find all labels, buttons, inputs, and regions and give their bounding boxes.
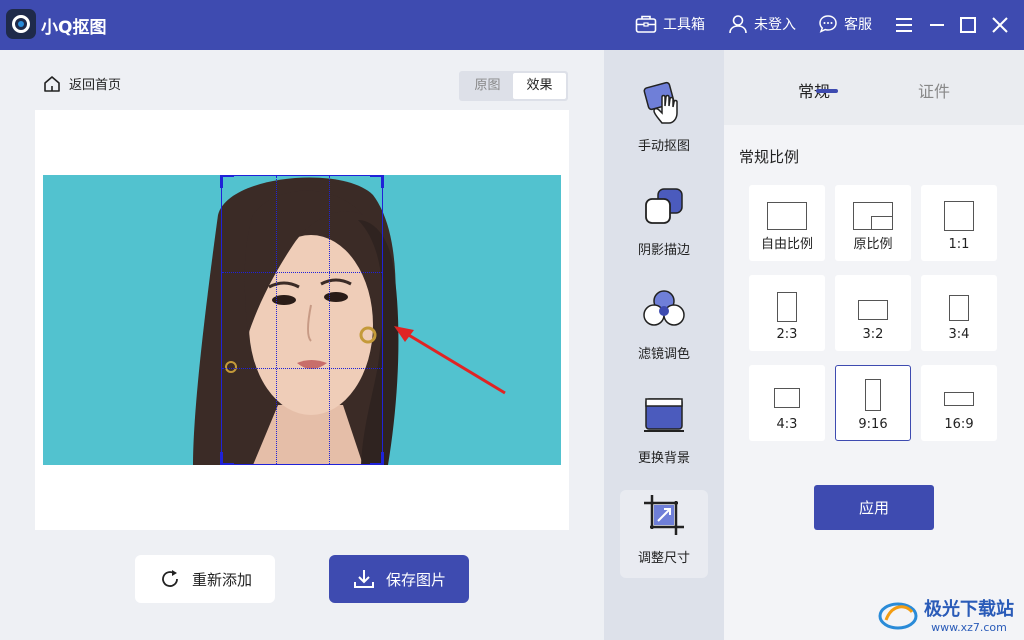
ratio-label: 16:9: [944, 417, 974, 432]
tool-change-background[interactable]: 更换背景: [620, 390, 708, 478]
ratio-label: 9:16: [858, 417, 888, 432]
ratio-label: 自由比例: [760, 237, 813, 252]
tool-label: 手动抠图: [637, 139, 690, 154]
ratio-2-3-icon: [777, 292, 797, 322]
watermark-url: www.xz7.com: [931, 621, 1007, 634]
tab-id-photo[interactable]: 证件: [918, 78, 950, 102]
ratio-9-16[interactable]: 9:16: [835, 365, 911, 441]
ratio-9-16-icon: [865, 379, 881, 411]
ratio-3-2-icon: [858, 300, 888, 320]
ratio-label: 3:4: [948, 327, 970, 342]
tool-label: 调整尺寸: [637, 551, 690, 566]
ratio-free[interactable]: 自由比例: [749, 185, 825, 261]
ratio-4-3-icon: [774, 388, 800, 408]
apply-button[interactable]: 应用: [814, 485, 934, 530]
tool-filter-color[interactable]: 滤镜调色: [620, 286, 708, 374]
ratio-original-icon: [853, 202, 893, 230]
ratio-1-1[interactable]: 1:1: [921, 185, 997, 261]
ratio-3-4-icon: [949, 295, 969, 321]
ratio-1-1-icon: [944, 201, 974, 231]
change-background-icon: [644, 398, 684, 432]
ratio-original[interactable]: 原比例: [835, 185, 911, 261]
tool-hand-cutout[interactable]: 手动抠图: [620, 78, 708, 166]
readd-label: 重新添加: [191, 570, 252, 589]
watermark-title: 极光下载站: [924, 599, 1014, 620]
save-image-label: 保存图片: [385, 570, 446, 589]
ratio-label: 3:2: [862, 327, 884, 342]
ratio-4-3[interactable]: 4:3: [749, 365, 825, 441]
readd-button[interactable]: 重新添加: [135, 555, 275, 603]
ratio-label: 1:1: [948, 237, 970, 252]
download-icon: [353, 570, 374, 588]
tool-sidebar: 手动抠图 阴影描边 滤镜调色 更换背景 调整尺寸: [604, 50, 724, 640]
section-title: 常规比例: [739, 148, 800, 166]
ratio-3-4[interactable]: 3:4: [921, 275, 997, 351]
ratio-free-icon: [767, 202, 807, 230]
tool-label: 更换背景: [637, 451, 690, 466]
refresh-icon: [162, 570, 178, 587]
shadow-outline-icon: [645, 188, 683, 224]
ratio-2-3[interactable]: 2:3: [749, 275, 825, 351]
tab-indicator: [816, 89, 838, 93]
resize-icon: [644, 495, 684, 535]
tool-resize[interactable]: 调整尺寸: [620, 490, 708, 578]
ratio-3-2[interactable]: 3:2: [835, 275, 911, 351]
site-watermark: 极光下载站 www.xz7.com: [878, 595, 1014, 634]
panel-tabs: 常规 证件: [724, 50, 1024, 125]
hand-cutout-icon: [643, 81, 678, 124]
ratio-16-9-icon: [944, 392, 974, 406]
ratio-label: 原比例: [853, 237, 893, 252]
ratio-label: 4:3: [776, 417, 798, 432]
ratio-16-9[interactable]: 16:9: [921, 365, 997, 441]
tool-shadow-outline[interactable]: 阴影描边: [620, 182, 708, 270]
tool-label: 阴影描边: [637, 243, 690, 258]
tool-label: 滤镜调色: [637, 347, 690, 362]
ratio-label: 2:3: [776, 327, 798, 342]
save-image-button[interactable]: 保存图片: [329, 555, 469, 603]
site-logo-icon: [878, 602, 918, 629]
filter-color-icon: [643, 290, 685, 326]
